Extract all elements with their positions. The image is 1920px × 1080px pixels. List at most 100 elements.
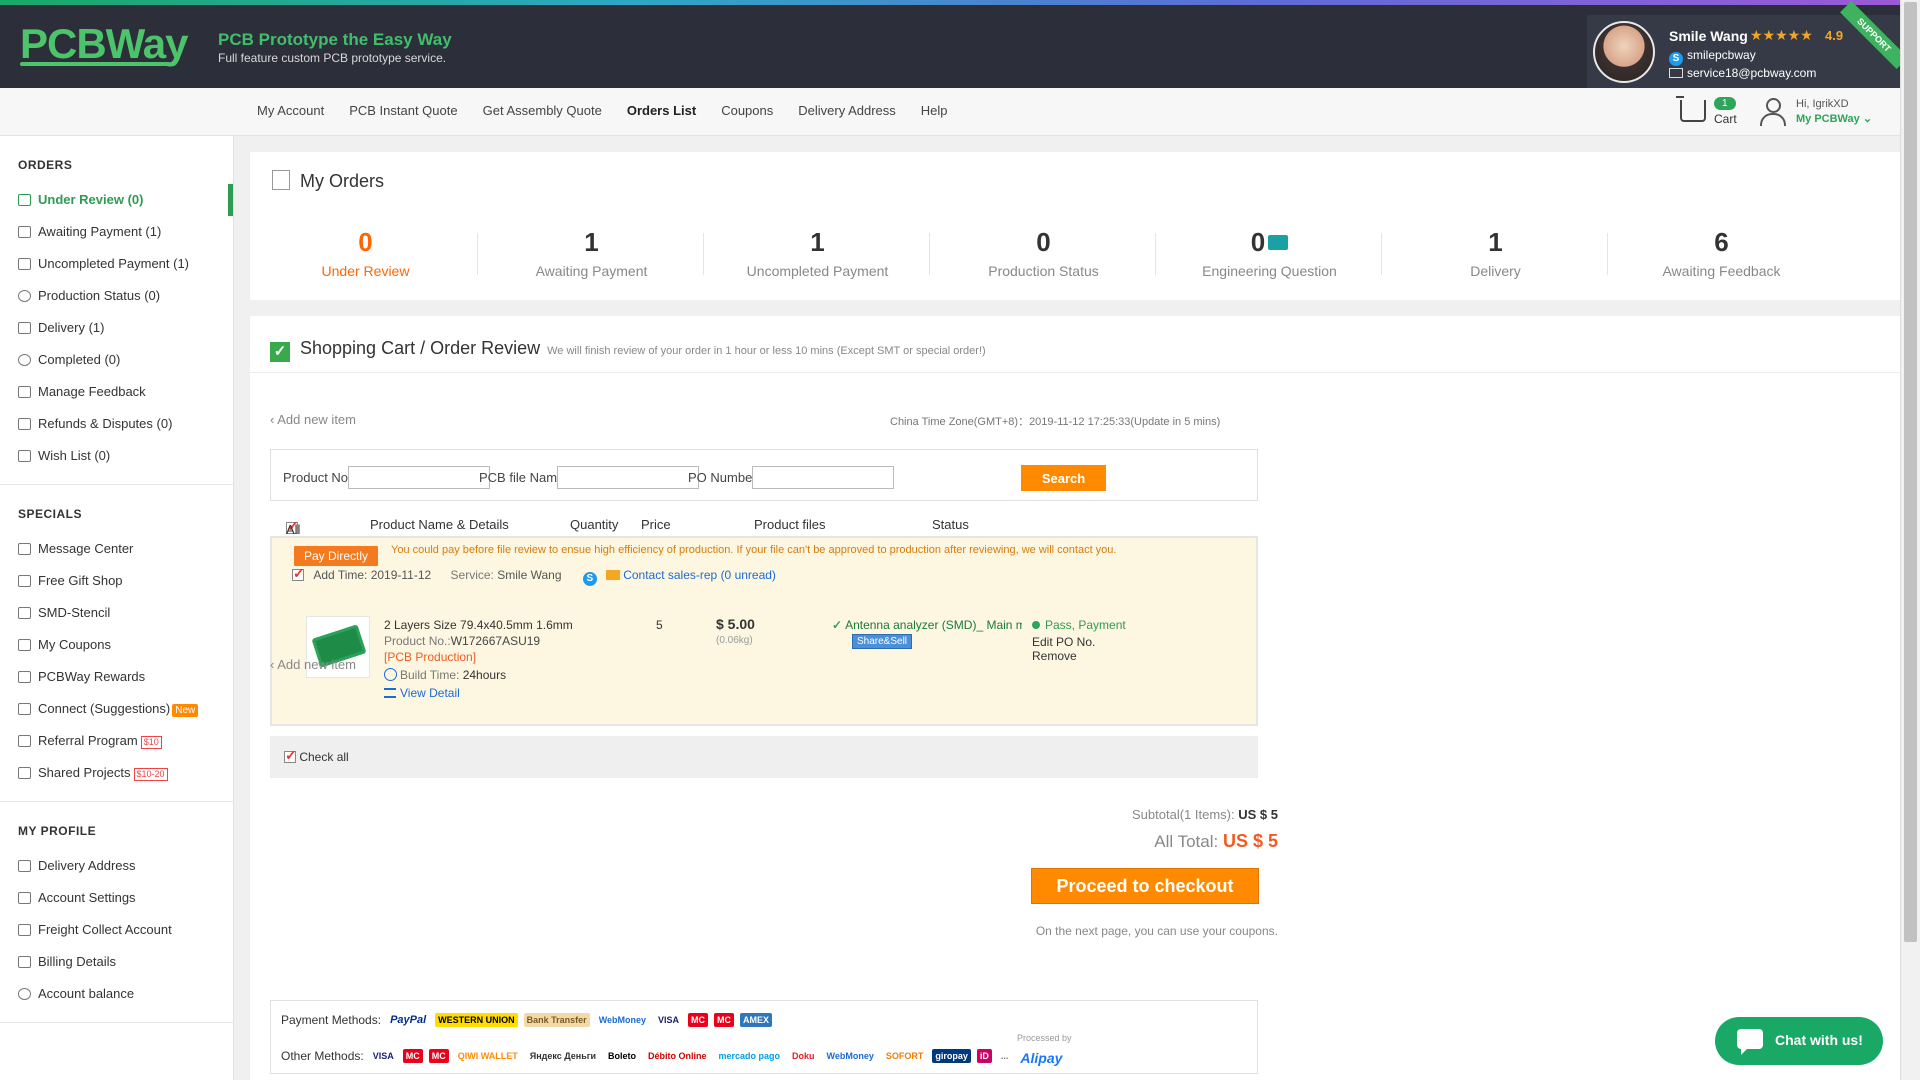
- nav-item-delivery-address[interactable]: Delivery Address: [798, 103, 896, 118]
- contact-sales-link[interactable]: Contact sales-rep (0 unread): [623, 568, 776, 582]
- po-number-input[interactable]: [752, 466, 894, 489]
- sidebar-item-pcbway-rewards[interactable]: PCBWay Rewards: [0, 661, 233, 693]
- sidebar-item-delivery[interactable]: Delivery (1): [0, 312, 233, 344]
- remove-link[interactable]: Remove: [1032, 649, 1077, 663]
- col-price: Price: [641, 517, 671, 532]
- stat-label: Uncompleted Payment: [746, 263, 889, 279]
- sidebar-item-connect[interactable]: Connect (Suggestions) New: [0, 693, 233, 725]
- pcb-file-input[interactable]: [557, 466, 699, 489]
- orders-summary: My Orders 0 Under Review 1 Awaiting Payment…: [250, 152, 1900, 300]
- nav-item-get-assembly-quote[interactable]: Get Assembly Quote: [483, 103, 602, 118]
- add-new-item-link[interactable]: ‹ Add new item: [270, 412, 356, 427]
- sidebar-item-uncompleted-payment[interactable]: Uncompleted Payment (1): [0, 248, 233, 280]
- menu-icon: [18, 418, 31, 430]
- nav-item-orders-list[interactable]: Orders List: [627, 103, 696, 118]
- sidebar-item-account-settings[interactable]: Account Settings: [0, 882, 233, 914]
- nav-item-coupons[interactable]: Coupons: [721, 103, 773, 118]
- stat-awaiting-payment[interactable]: 1 Awaiting Payment: [479, 227, 704, 279]
- support-skype[interactable]: Ssmilepcbway: [1669, 48, 1756, 66]
- col-files: Product files: [754, 517, 826, 532]
- pay-directly-button[interactable]: Pay Directly: [294, 546, 379, 566]
- sidebar-item-message-center[interactable]: Message Center: [0, 533, 233, 565]
- stat-delivery[interactable]: 1 Delivery: [1383, 227, 1608, 279]
- build-value: 24hours: [462, 668, 507, 682]
- subtotal-value: US $ 5: [1238, 807, 1278, 822]
- stat-label: Awaiting Feedback: [1662, 263, 1781, 279]
- check-all[interactable]: Check all: [284, 747, 349, 764]
- stat-production-status[interactable]: 0 Production Status: [931, 227, 1156, 279]
- stat-separator: [477, 233, 478, 275]
- stat-awaiting-feedback[interactable]: 6 Awaiting Feedback: [1609, 227, 1834, 279]
- menu-icon: [18, 988, 31, 1000]
- sidebar-item-freight-collect-account[interactable]: Freight Collect Account: [0, 914, 233, 946]
- scrollbar-thumb[interactable]: [1904, 2, 1917, 942]
- edit-po-link[interactable]: Edit PO No.: [1032, 635, 1095, 649]
- cart-button[interactable]: 1 Cart: [1676, 94, 1740, 130]
- payment-logo---icon: ...: [997, 1049, 1012, 1063]
- price-value: $ 5.00: [716, 616, 755, 632]
- sidebar-item-under-review[interactable]: Under Review (0): [0, 184, 233, 216]
- sidebar-item-label: Account Settings: [38, 890, 136, 905]
- sidebar-item-delivery-address[interactable]: Delivery Address: [0, 850, 233, 882]
- search-button[interactable]: Search: [1021, 465, 1106, 491]
- sidebar-item-billing-details[interactable]: Billing Details: [0, 946, 233, 978]
- stat-count: 1: [1383, 227, 1608, 258]
- all-total-value: US $ 5: [1222, 831, 1278, 851]
- sidebar-item-production-status[interactable]: Production Status (0): [0, 280, 233, 312]
- nav-item-help[interactable]: Help: [921, 103, 948, 118]
- sidebar-item-wish-list[interactable]: Wish List (0): [0, 440, 233, 472]
- check-all-text: Check all: [299, 750, 349, 764]
- sidebar-item-shared-projects[interactable]: Shared Projects $10-20: [0, 757, 233, 789]
- sidebar-profile-title: MY PROFILE: [18, 824, 97, 838]
- sidebar-item-label: My Coupons: [38, 637, 111, 652]
- sidebar-item-completed[interactable]: Completed (0): [0, 344, 233, 376]
- stat-engineering-question[interactable]: 0 Engineering Question: [1157, 227, 1382, 279]
- user-menu[interactable]: Hi, IgrikXD My PCBWay ⌄: [1760, 94, 1890, 130]
- menu-icon: [18, 860, 31, 872]
- chat-with-us-button[interactable]: Chat with us!: [1715, 1017, 1883, 1065]
- payment-logo-doku-icon: Doku: [789, 1049, 818, 1063]
- payment-methods-label: Payment Methods:: [281, 1013, 382, 1027]
- proceed-to-checkout-button[interactable]: Proceed to checkout: [1031, 868, 1259, 904]
- tagline-sub: Full feature custom PCB prototype servic…: [218, 51, 447, 65]
- sidebar-item-account-balance[interactable]: Account balance: [0, 978, 233, 1010]
- file-name: Antenna analyzer (SMD)_ Main module: [845, 618, 1022, 632]
- pcbway-logo[interactable]: PCBWay: [20, 20, 188, 68]
- sidebar-item-label: Account balance: [38, 986, 135, 1001]
- menu-icon: [18, 543, 31, 555]
- sidebar-item-free-gift-shop[interactable]: Free Gift Shop: [0, 565, 233, 597]
- sidebar-item-refunds-disputes[interactable]: Refunds & Disputes (0): [0, 408, 233, 440]
- other-methods-label: Other Methods:: [281, 1049, 364, 1063]
- sidebar-item-manage-feedback[interactable]: Manage Feedback: [0, 376, 233, 408]
- top-header: PCBWay PCB Prototype the Easy Way Full f…: [0, 0, 1908, 88]
- stat-separator: [1607, 233, 1608, 275]
- payment-logo-mc-icon: MC: [428, 1049, 449, 1063]
- my-pcbway-link[interactable]: My PCBWay ⌄: [1796, 112, 1872, 125]
- stat-under-review[interactable]: 0 Under Review: [253, 227, 478, 279]
- stat-uncompleted-payment[interactable]: 1 Uncompleted Payment: [705, 227, 930, 279]
- sidebar-item-label: Manage Feedback: [38, 384, 146, 399]
- sidebar-item-referral-program[interactable]: Referral Program $10: [0, 725, 233, 757]
- page-scrollbar[interactable]: [1900, 0, 1920, 1080]
- add-new-item-link-bottom[interactable]: ‹ Add new item: [270, 657, 356, 672]
- view-detail-link[interactable]: View Detail: [384, 686, 460, 700]
- sidebar-item-my-coupons[interactable]: My Coupons: [0, 629, 233, 661]
- sidebar-item-smd-stencil[interactable]: SMD-Stencil: [0, 597, 233, 629]
- sidebar-item-label: Free Gift Shop: [38, 573, 123, 588]
- skype-icon[interactable]: S: [582, 572, 597, 586]
- sidebar-item-awaiting-payment[interactable]: Awaiting Payment (1): [0, 216, 233, 248]
- cart-title: ✓ Shopping Cart / Order Review We will fi…: [270, 338, 986, 362]
- nav-item-pcb-instant-quote[interactable]: PCB Instant Quote: [349, 103, 457, 118]
- list-icon: [384, 688, 396, 698]
- product-no-input[interactable]: [348, 466, 490, 489]
- payment-logo-visa-icon: VISA: [369, 1049, 397, 1063]
- sidebar-item-label: Billing Details: [38, 954, 117, 969]
- pcb-file-label: PCB file Name:: [479, 470, 568, 485]
- sidebar-item-label: Refunds & Disputes (0): [38, 416, 173, 431]
- support-email[interactable]: service18@pcbway.com: [1669, 66, 1816, 80]
- checkbox-checked-icon[interactable]: [284, 747, 297, 764]
- nav-item-my-account[interactable]: My Account: [257, 103, 324, 118]
- order-checkbox[interactable]: [292, 565, 305, 582]
- product-file-link[interactable]: ✓Antenna analyzer (SMD)_ Main module: [832, 618, 1022, 632]
- share-sell-button[interactable]: Share&Sell: [852, 634, 913, 649]
